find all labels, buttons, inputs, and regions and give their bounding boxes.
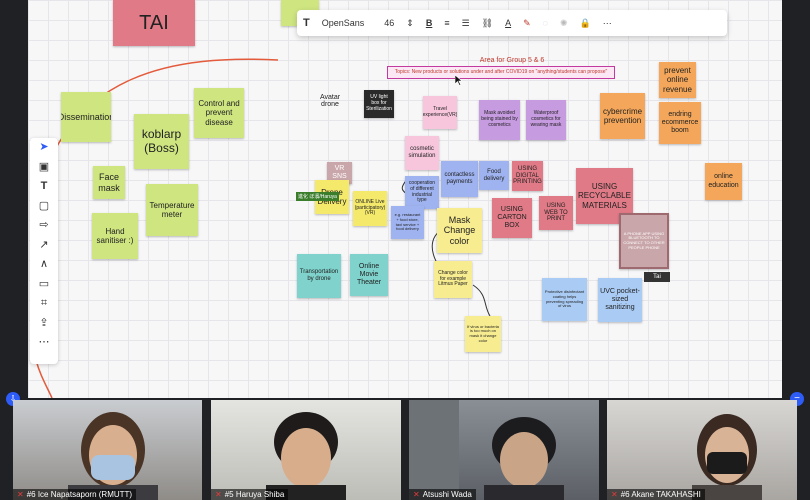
lock-icon[interactable]: 🔒 [580,18,591,29]
text-color-icon[interactable]: A [505,18,511,28]
sticky-note-digital-printing[interactable]: USING DIGITAL PRINTING [512,161,543,191]
topic-text-box[interactable]: Topics: New products or solutions under … [387,66,615,79]
highlight-icon[interactable]: ✎ [523,18,531,29]
sticky-note-control-disease[interactable]: Control and prevent disease [194,88,244,138]
participant-label-2: ✕ #5 Haruya Shiba [211,489,289,500]
list-icon[interactable]: ☰ [462,18,470,29]
muted-mic-icon: ✕ [17,490,24,499]
left-toolbar: ➤ ▣ T ▢ ⇨ ↗ ∧ ▭ ⌗ ⇪ ⋯ [30,138,58,364]
select-cursor-icon[interactable]: ➤ [39,138,48,158]
text-avatar-drone[interactable]: Avatar drone [318,94,342,108]
sticky-note-uvc[interactable]: UVC pocket-sized sanitizing [598,278,642,322]
sticky-note-online-live[interactable]: ONLINE Live (participatory) (VR) [353,191,387,226]
area-heading: Area for Group 5 & 6 [479,57,545,64]
stepper-icon[interactable]: ⇕ [406,18,414,29]
sticky-note-hand-sanitiser[interactable]: Hand sanitiser :) [92,213,138,259]
sticky-note-online-education[interactable]: online education [705,163,742,200]
whiteboard-canvas[interactable]: TAI Dissemination koblarp (Boss) Control… [28,0,782,398]
sticky-note-online-movie[interactable]: Online Movie Theater [350,254,388,296]
more-options-icon[interactable]: ⋯ [603,18,612,29]
participant-video-2 [266,412,346,500]
sticky-note-ecommerce[interactable]: endring ecommerce boom [659,102,701,144]
participant-video-3 [409,400,564,500]
sticky-note-face-mask[interactable]: Face mask [93,166,125,199]
sticky-note-cosmetic-sim[interactable]: cosmetic simulation [405,136,439,170]
disabled-icon-2: ✺ [560,17,568,28]
bold-icon[interactable]: B [426,18,433,28]
muted-mic-icon: ✕ [413,490,420,499]
sticky-note-mask-change[interactable]: Mask Change color [437,208,482,253]
video-tile-2[interactable]: ✕ #5 Haruya Shiba [211,400,401,500]
line-icon[interactable]: ↗ [39,236,48,256]
more-tools-icon[interactable]: ⋯ [39,333,50,353]
user-badge: Tai [644,272,670,282]
sticky-note-protective[interactable]: Protective disinfectant coating helps pr… [542,278,587,321]
video-tile-4[interactable]: ✕ #6 Akane TAKAHASHI [607,400,797,500]
sticky-note-uv-light-box[interactable]: UV light box for Sterilization [364,90,394,118]
disabled-icon-1: ◌ [542,18,549,28]
comment-icon[interactable]: ▭ [39,275,49,295]
participant-video-1 [68,412,158,500]
frame-icon[interactable]: ▣ [39,158,49,178]
sticky-note-contactless[interactable]: contactless payments [441,161,478,197]
pen-icon[interactable]: ∧ [40,255,48,275]
font-family-select[interactable]: OpenSans [322,18,365,28]
mouse-pointer-icon [455,75,463,86]
crop-icon[interactable]: ⌗ [41,294,47,314]
muted-mic-icon: ✕ [215,490,222,499]
sticky-note-prevent-online[interactable]: prevent online revenue [659,62,696,98]
video-tile-1[interactable]: ✕ #6 Ice Napatsaporn (RMUTT) [13,400,202,500]
upload-icon[interactable]: ⇪ [39,314,48,334]
sticky-note-icon[interactable]: ▢ [39,197,49,217]
sticky-note-virus-bacteria[interactable]: If virus or bacteria is too much on mask… [465,316,501,352]
text-type-icon[interactable]: T [303,17,310,29]
sticky-note-carton-box[interactable]: USING CARTON BOX [492,198,532,238]
sticky-note-mask-stained[interactable]: Mask avoided being stained by cosmetics [479,100,520,140]
sticky-note-food-delivery[interactable]: Food delivery [479,161,509,190]
text-tool-icon[interactable]: T [41,177,48,197]
link-icon[interactable]: ⛓ [482,18,493,29]
sticky-note-waterproof[interactable]: Waterproof cosmetics for wearing mask [526,100,566,140]
sticky-note-dissemination[interactable]: Dissemination [61,92,111,142]
participant-video-4 [692,414,762,500]
formatting-toolbar: T OpenSans 46 ⇕ B ≡ ☰ ⛓ A ✎ ◌ ✺ 🔒 ⋯ [297,10,727,36]
sticky-note-koblarp[interactable]: koblarp (Boss) [134,114,189,169]
sticky-note-transportation[interactable]: Transportation by drone [297,254,341,298]
sticky-note-web-to-print[interactable]: USING WEB TO PRINT [539,196,573,230]
participant-label-4: ✕ #6 Akane TAKAHASHI [607,489,705,500]
sticky-note-restaurant[interactable]: e.g. restaurant + food store, taxi servi… [391,206,424,239]
participant-label-1: ✕ #6 Ice Napatsaporn (RMUTT) [13,489,137,500]
sticky-note-cybercrime[interactable]: cybercrime prevention [600,93,645,139]
sticky-note-travel-vr[interactable]: Travel experience(VR) [423,96,457,129]
sticky-note-temperature[interactable]: Temperature meter [146,184,198,236]
sticky-note-cooperation[interactable]: cooperation of different industrial type [405,176,439,209]
font-size-input[interactable]: 46 [384,18,394,28]
sticky-note-phone-app[interactable]: A PHONE APP USING BLUETOOTH TO CONNECT T… [619,213,669,269]
participant-label-3: ✕ Atsushi Wada [409,489,476,500]
shape-arrow-icon[interactable]: ⇨ [39,216,48,236]
sticky-note-tai[interactable]: TAI [113,0,195,46]
video-tile-3[interactable]: ✕ Atsushi Wada [409,400,599,500]
muted-mic-icon: ✕ [611,490,618,499]
align-center-icon[interactable]: ≡ [444,18,449,28]
collaborator-cursor-label: 進化 ぼ濱/Haruya [296,192,339,201]
sticky-note-change-color-example[interactable]: Change color for example Litmus Paper [434,261,472,298]
